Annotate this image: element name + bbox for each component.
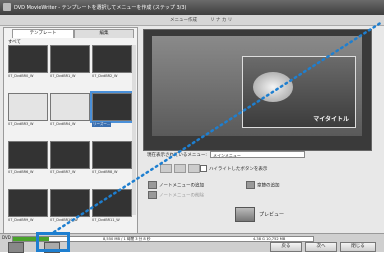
main-window: DVD MovieWriter - テンプレートを選択してメニューを作成 (ステ… xyxy=(0,0,384,253)
callout-dotted-line xyxy=(52,20,384,234)
